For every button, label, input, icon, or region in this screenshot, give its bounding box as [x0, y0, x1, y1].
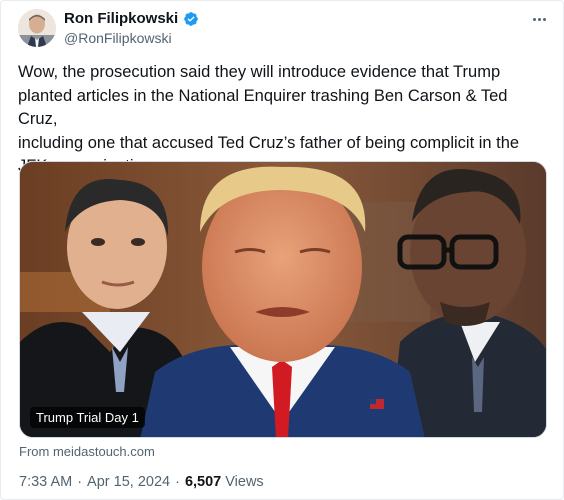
more-icon[interactable] — [528, 11, 550, 27]
author-handle[interactable]: @RonFilipkowski — [64, 30, 172, 46]
author-display-name[interactable]: Ron Filipkowski — [64, 10, 178, 27]
media-source-link[interactable]: From meidastouch.com — [19, 444, 155, 459]
tweet-card: Ron Filipkowski @RonFilipkowski Wow, the… — [0, 0, 564, 500]
media-image — [20, 162, 546, 437]
tweet-date[interactable]: Apr 15, 2024 — [87, 474, 170, 490]
avatar[interactable] — [18, 9, 56, 47]
tweet-time[interactable]: 7:33 AM — [19, 474, 72, 490]
views-count: 6,507 — [184, 474, 222, 490]
tweet-meta: 7:33 AM · Apr 15, 2024 · 6,507 Views — [19, 474, 264, 490]
author-name-row: Ron Filipkowski — [64, 10, 199, 27]
meta-separator-2: · — [175, 474, 180, 490]
media-caption: Trump Trial Day 1 — [30, 407, 145, 428]
meta-separator: · — [77, 474, 83, 490]
tweet-media[interactable]: Trump Trial Day 1 — [19, 161, 547, 438]
verified-badge-icon — [183, 11, 199, 27]
views-label: Views — [225, 474, 264, 490]
